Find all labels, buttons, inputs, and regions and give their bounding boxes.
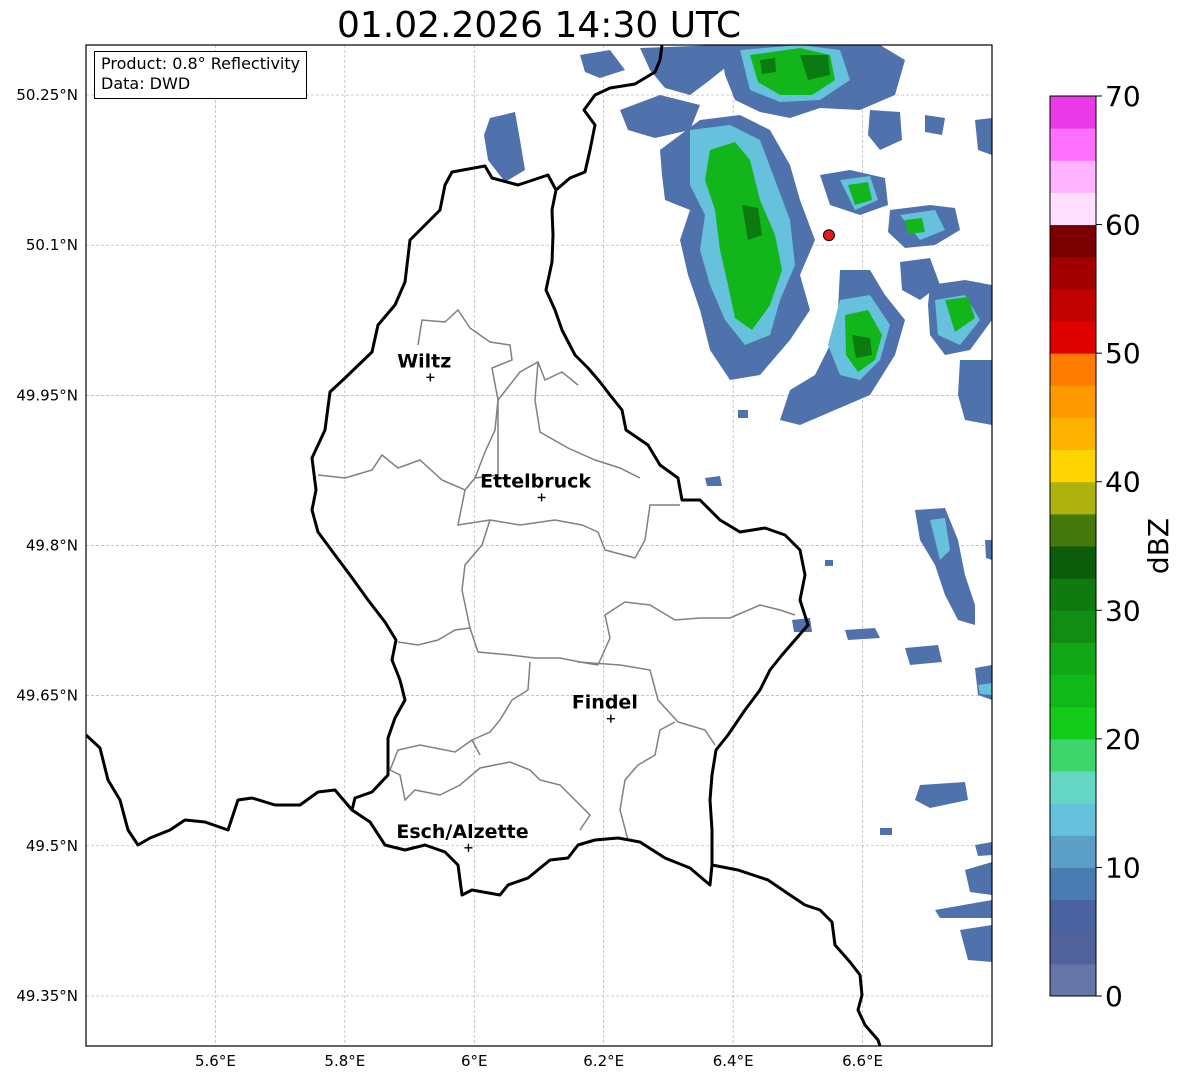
colorbar-bin <box>1050 321 1096 354</box>
city-label: Esch/Alzette <box>396 821 528 843</box>
radar-site-marker <box>822 229 835 242</box>
colorbar-bin <box>1050 417 1096 451</box>
colorbar-tick-label: 70 <box>1105 80 1141 113</box>
colorbar-tick-label: 20 <box>1105 723 1141 756</box>
colorbar-bin <box>1050 867 1096 901</box>
colorbar-bin <box>1050 128 1096 161</box>
colorbar-bin <box>1050 803 1096 836</box>
x-tick-label: 6.6°E <box>842 1052 883 1070</box>
colorbar-tick-label: 60 <box>1105 209 1141 242</box>
city-label: Wiltz <box>397 350 451 372</box>
colorbar-bin <box>1050 674 1096 708</box>
x-tick-label: 6.2°E <box>583 1052 624 1070</box>
colorbar-bin <box>1050 256 1096 290</box>
colorbar-tick-label: 40 <box>1105 466 1141 499</box>
y-tick-label: 49.95°N <box>16 386 78 404</box>
colorbar-bin <box>1050 578 1096 611</box>
colorbar-bin <box>1050 899 1096 933</box>
y-tick-label: 50.25°N <box>16 86 78 104</box>
y-tick-label: 50.1°N <box>26 236 78 254</box>
x-tick-label: 5.8°E <box>324 1052 365 1070</box>
colorbar-tick-label: 0 <box>1105 980 1123 1013</box>
x-tick-label: 6.4°E <box>713 1052 754 1070</box>
colorbar-bin <box>1050 353 1096 386</box>
y-tick-label: 49.5°N <box>26 837 78 855</box>
colorbar-bin <box>1050 160 1096 193</box>
y-tick-label: 49.65°N <box>16 687 78 705</box>
x-tick-label: 5.6°E <box>195 1052 236 1070</box>
colorbar-bin <box>1050 835 1096 868</box>
colorbar-bin <box>1050 96 1096 129</box>
y-tick-label: 49.35°N <box>16 987 78 1005</box>
colorbar-label: dBZ <box>1142 518 1175 574</box>
colorbar-bin <box>1050 546 1096 579</box>
colorbar-bin <box>1050 963 1096 997</box>
colorbar-bin <box>1050 385 1096 418</box>
radar-site-group <box>822 229 835 242</box>
radar-map: 5.6°E 5.8°E 6°E 6.2°E 6.4°E 6.6°E 50.25°N 50.1°… <box>16 44 1175 1070</box>
colorbar-bin <box>1050 642 1096 676</box>
city-label: Findel <box>572 692 638 714</box>
colorbar-bin <box>1050 513 1096 547</box>
colorbar-bin <box>1050 738 1096 772</box>
colorbar-bin <box>1050 288 1096 322</box>
colorbar-tick-label: 10 <box>1105 851 1141 884</box>
colorbar-bin <box>1050 771 1096 804</box>
colorbar-bin <box>1050 931 1096 965</box>
colorbar-bin <box>1050 224 1096 258</box>
colorbar: 0 10 20 30 40 50 60 70 dBZ <box>1049 80 1175 1013</box>
x-tick-label: 6°E <box>461 1052 488 1070</box>
product-label: Product: 0.8° Reflectivity <box>101 54 301 73</box>
colorbar-bin <box>1050 449 1096 483</box>
colorbar-bin <box>1050 192 1096 226</box>
colorbar-bin <box>1050 481 1096 515</box>
data-source-label: Data: DWD <box>101 74 191 93</box>
y-tick-label: 49.8°N <box>26 537 78 555</box>
colorbar-tick-label: 50 <box>1105 337 1141 370</box>
colorbar-bin <box>1050 610 1096 643</box>
colorbar-bin <box>1050 706 1096 740</box>
city-label: Ettelbruck <box>480 470 591 492</box>
colorbar-tick-label: 30 <box>1105 594 1141 627</box>
info-box: Product: 0.8° Reflectivity Data: DWD <box>94 51 308 99</box>
